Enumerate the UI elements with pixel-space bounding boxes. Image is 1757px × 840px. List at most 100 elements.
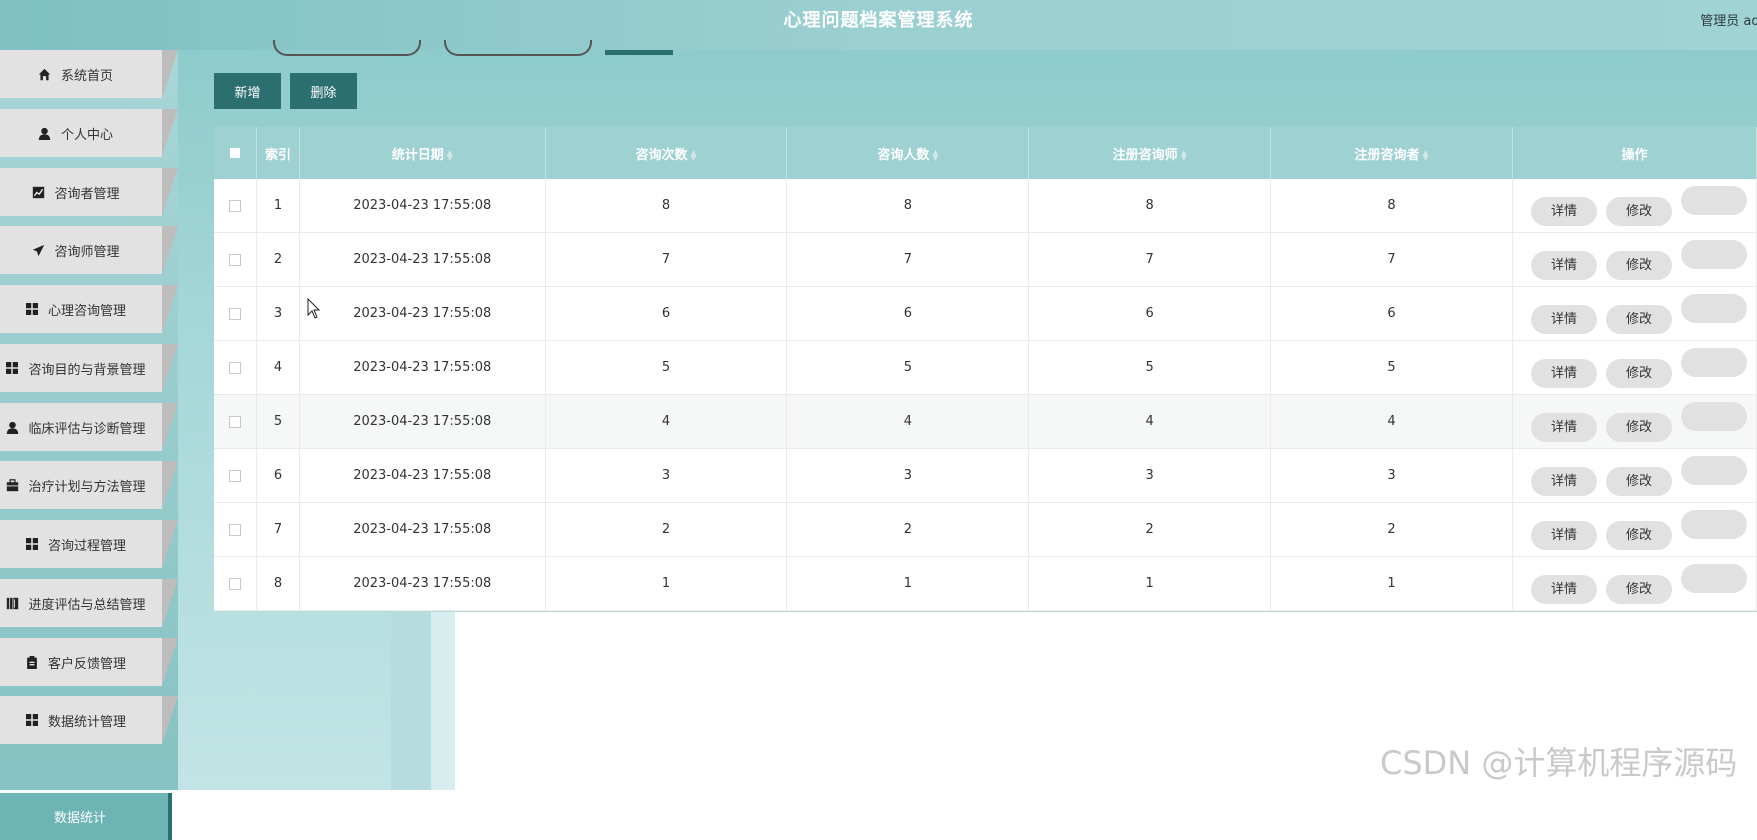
- sidebar-item[interactable]: 系统首页: [0, 50, 178, 98]
- user-menu[interactable]: 管理员 adr: [1700, 10, 1757, 29]
- edit-button[interactable]: 修改: [1605, 520, 1672, 550]
- row-checkbox[interactable]: [229, 577, 242, 590]
- table-row[interactable]: 8 2023-04-23 17:55:08 1 1 1 1 详情 修改: [214, 556, 1757, 611]
- table-cell-consult_people: 7: [786, 232, 1030, 287]
- detail-button[interactable]: 详情: [1530, 304, 1597, 334]
- detail-button[interactable]: 详情: [1530, 466, 1597, 496]
- detail-button[interactable]: 详情: [1530, 196, 1597, 226]
- delete-button[interactable]: 删除: [290, 73, 357, 109]
- sidebar-item[interactable]: 进度评估与总结管理: [0, 579, 178, 627]
- row-select-cell[interactable]: [214, 394, 258, 449]
- sort-icon[interactable]: ▲ ▼: [1423, 149, 1429, 162]
- table-cell-date: 2023-04-23 17:55:08: [299, 286, 546, 341]
- edit-button[interactable]: 修改: [1605, 196, 1672, 226]
- sort-icon[interactable]: ▲ ▼: [691, 149, 697, 162]
- detail-button[interactable]: 详情: [1530, 574, 1597, 604]
- sidebar-item-label: 治疗计划与方法管理: [28, 479, 146, 495]
- row-checkbox[interactable]: [229, 415, 242, 428]
- table-cell-date: 2023-04-23 17:55:08: [299, 502, 546, 557]
- table-row[interactable]: 4 2023-04-23 17:55:08 5 5 5 5 详情 修改: [214, 340, 1757, 395]
- sidebar-item[interactable]: 客户反馈管理: [0, 638, 178, 686]
- more-action-button[interactable]: [1680, 293, 1747, 323]
- table-row[interactable]: 1 2023-04-23 17:55:08 8 8 8 8 详情 修改: [214, 179, 1757, 233]
- row-select-cell[interactable]: [214, 340, 258, 395]
- detail-button[interactable]: 详情: [1530, 250, 1597, 280]
- mouse-cursor-icon: [307, 298, 321, 319]
- home-icon: [37, 66, 53, 82]
- sidebar-item[interactable]: 咨询者管理: [0, 168, 178, 216]
- detail-button[interactable]: 详情: [1530, 358, 1597, 388]
- search-field-edge[interactable]: [273, 40, 421, 56]
- column-header[interactable]: 咨询次数 ▲ ▼: [545, 127, 788, 179]
- row-select-cell[interactable]: [214, 556, 258, 611]
- table-cell-consult_count: 7: [545, 232, 788, 287]
- table-row[interactable]: 3 2023-04-23 17:55:08 6 6 6 6 详情 修改: [214, 286, 1757, 341]
- table-cell-clients: 5: [1270, 340, 1513, 395]
- table-cell-date: 2023-04-23 17:55:08: [299, 394, 546, 449]
- edit-button[interactable]: 修改: [1605, 412, 1672, 442]
- column-header[interactable]: 注册咨询师 ▲ ▼: [1028, 127, 1272, 179]
- sidebar-item[interactable]: 个人中心: [0, 109, 178, 157]
- app-title: 心理问题档案管理系统: [783, 10, 974, 31]
- sort-icon[interactable]: ▲ ▼: [932, 149, 938, 162]
- edit-button[interactable]: 修改: [1605, 574, 1672, 604]
- sidebar-item-label: 数据统计管理: [47, 714, 126, 730]
- sidebar-item[interactable]: 咨询过程管理: [0, 520, 178, 568]
- more-action-button[interactable]: [1680, 563, 1747, 593]
- select-all-checkbox[interactable]: [230, 148, 241, 158]
- edit-button[interactable]: 修改: [1605, 250, 1672, 280]
- sidebar-item[interactable]: 心理咨询管理: [0, 285, 178, 333]
- column-header[interactable]: 注册咨询者 ▲ ▼: [1270, 127, 1513, 179]
- table-cell-index: 3: [256, 286, 300, 341]
- detail-button[interactable]: 详情: [1530, 520, 1597, 550]
- column-header[interactable]: 统计日期 ▲ ▼: [299, 127, 546, 179]
- detail-button[interactable]: 详情: [1530, 412, 1597, 442]
- sidebar-item[interactable]: 临床评估与诊断管理: [0, 403, 178, 451]
- table-cell-counselors: 5: [1028, 340, 1272, 395]
- sort-icon[interactable]: ▲ ▼: [447, 149, 453, 162]
- row-select-cell[interactable]: [214, 286, 258, 341]
- table-cell-date: 2023-04-23 17:55:08: [299, 556, 546, 611]
- sidebar-item[interactable]: 治疗计划与方法管理: [0, 461, 178, 509]
- row-checkbox[interactable]: [229, 253, 242, 266]
- row-checkbox[interactable]: [229, 469, 242, 482]
- sidebar-item-label: 临床评估与诊断管理: [28, 421, 146, 437]
- table-cell-consult_people: 5: [786, 340, 1030, 395]
- more-action-button[interactable]: [1680, 455, 1747, 485]
- data-table: 索引 统计日期 ▲ ▼ 咨询次数 ▲ ▼ 咨询人数 ▲ ▼ 注册咨询师 ▲ ▼ 注册咨询者 ▲ ▼ …: [214, 127, 1757, 611]
- sidebar-item-label: 心理咨询管理: [47, 303, 126, 319]
- row-select-cell[interactable]: [214, 179, 258, 233]
- sidebar-item-label: 个人中心: [60, 127, 113, 143]
- sidebar-item[interactable]: 咨询目的与背景管理: [0, 344, 178, 392]
- more-action-button[interactable]: [1680, 401, 1747, 431]
- table-row[interactable]: 2 2023-04-23 17:55:08 7 7 7 7 详情 修改: [214, 232, 1757, 287]
- edit-button[interactable]: 修改: [1605, 358, 1672, 388]
- row-select-cell[interactable]: [214, 232, 258, 287]
- add-button[interactable]: 新增: [214, 73, 281, 109]
- sort-icon[interactable]: ▲ ▼: [1181, 149, 1187, 162]
- sidebar-item[interactable]: 数据统计管理: [0, 696, 178, 744]
- more-action-button[interactable]: [1680, 239, 1747, 269]
- row-select-cell[interactable]: [214, 448, 258, 503]
- sidebar-item-active[interactable]: 数据统计: [0, 793, 172, 840]
- edit-button[interactable]: 修改: [1605, 466, 1672, 496]
- table-row[interactable]: 6 2023-04-23 17:55:08 3 3 3 3 详情 修改: [214, 448, 1757, 503]
- select-all-header[interactable]: [214, 127, 258, 179]
- search-button-edge[interactable]: [605, 50, 673, 55]
- row-checkbox[interactable]: [229, 361, 242, 374]
- row-checkbox[interactable]: [229, 199, 242, 212]
- table-row[interactable]: 5 2023-04-23 17:55:08 4 4 4 4 详情 修改: [214, 394, 1757, 449]
- more-action-button[interactable]: [1680, 347, 1747, 377]
- edit-button[interactable]: 修改: [1605, 304, 1672, 334]
- more-action-button[interactable]: [1680, 509, 1747, 539]
- row-select-cell[interactable]: [214, 502, 258, 557]
- more-action-button[interactable]: [1680, 185, 1747, 215]
- row-checkbox[interactable]: [229, 523, 242, 536]
- user-icon: [37, 125, 53, 141]
- table-row[interactable]: 7 2023-04-23 17:55:08 2 2 2 2 详情 修改: [214, 502, 1757, 557]
- row-checkbox[interactable]: [229, 307, 242, 320]
- sidebar-item[interactable]: 咨询师管理: [0, 226, 178, 274]
- column-header[interactable]: 咨询人数 ▲ ▼: [786, 127, 1030, 179]
- search-field-edge[interactable]: [444, 40, 592, 56]
- send-icon: [30, 242, 46, 258]
